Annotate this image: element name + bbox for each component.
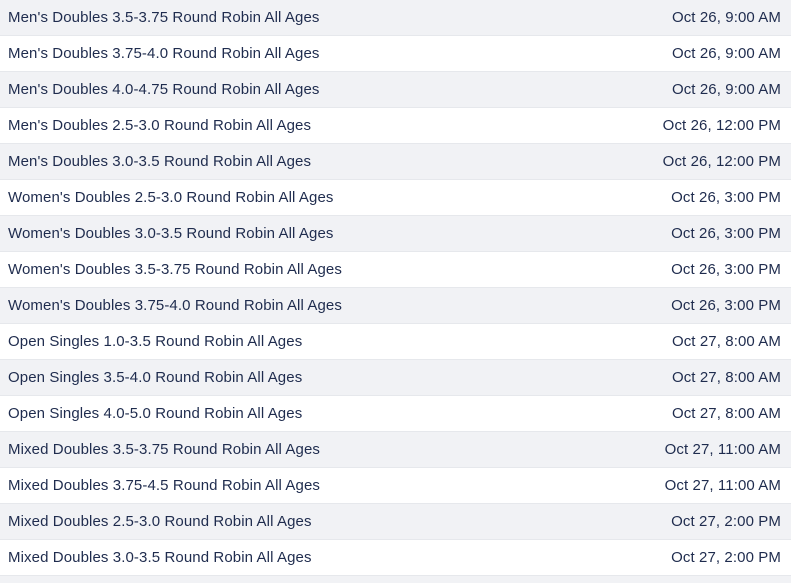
event-name: Mixed Doubles 2.5-3.0 Round Robin All Ag…	[8, 504, 312, 540]
event-datetime: Oct 26, 9:00 AM	[672, 36, 781, 72]
event-row-partial	[0, 576, 791, 583]
event-row[interactable]: Men's Doubles 3.0-3.5 Round Robin All Ag…	[0, 144, 791, 180]
event-row[interactable]: Women's Doubles 3.75-4.0 Round Robin All…	[0, 288, 791, 324]
event-schedule-list: Men's Doubles 3.5-3.75 Round Robin All A…	[0, 0, 791, 583]
event-row[interactable]: Open Singles 4.0-5.0 Round Robin All Age…	[0, 396, 791, 432]
event-name: Women's Doubles 3.5-3.75 Round Robin All…	[8, 252, 342, 288]
event-row[interactable]: Mixed Doubles 3.5-3.75 Round Robin All A…	[0, 432, 791, 468]
event-name: Men's Doubles 3.5-3.75 Round Robin All A…	[8, 0, 320, 36]
event-datetime: Oct 27, 8:00 AM	[672, 360, 781, 396]
event-name: Mixed Doubles 3.75-4.5 Round Robin All A…	[8, 468, 320, 504]
event-name: Men's Doubles 4.0-4.75 Round Robin All A…	[8, 72, 320, 108]
event-row[interactable]: Men's Doubles 2.5-3.0 Round Robin All Ag…	[0, 108, 791, 144]
event-row[interactable]: Mixed Doubles 3.75-4.5 Round Robin All A…	[0, 468, 791, 504]
event-name: Men's Doubles 2.5-3.0 Round Robin All Ag…	[8, 108, 311, 144]
event-datetime: Oct 26, 3:00 PM	[671, 216, 781, 252]
event-row[interactable]: Women's Doubles 2.5-3.0 Round Robin All …	[0, 180, 791, 216]
event-row[interactable]: Women's Doubles 3.0-3.5 Round Robin All …	[0, 216, 791, 252]
event-datetime: Oct 27, 11:00 AM	[665, 432, 781, 468]
event-name: Mixed Doubles 3.0-3.5 Round Robin All Ag…	[8, 540, 312, 576]
event-datetime: Oct 27, 11:00 AM	[665, 468, 781, 504]
event-datetime: Oct 27, 2:00 PM	[671, 540, 781, 576]
event-datetime: Oct 26, 3:00 PM	[671, 180, 781, 216]
event-datetime: Oct 26, 3:00 PM	[671, 252, 781, 288]
event-name: Open Singles 4.0-5.0 Round Robin All Age…	[8, 396, 302, 432]
event-row[interactable]: Women's Doubles 3.5-3.75 Round Robin All…	[0, 252, 791, 288]
event-row[interactable]: Mixed Doubles 2.5-3.0 Round Robin All Ag…	[0, 504, 791, 540]
event-rows-container: Men's Doubles 3.5-3.75 Round Robin All A…	[0, 0, 791, 576]
event-datetime: Oct 26, 9:00 AM	[672, 0, 781, 36]
event-row[interactable]: Men's Doubles 3.5-3.75 Round Robin All A…	[0, 0, 791, 36]
event-row[interactable]: Mixed Doubles 3.0-3.5 Round Robin All Ag…	[0, 540, 791, 576]
event-name: Open Singles 1.0-3.5 Round Robin All Age…	[8, 324, 302, 360]
event-name: Men's Doubles 3.0-3.5 Round Robin All Ag…	[8, 144, 311, 180]
event-row[interactable]: Men's Doubles 4.0-4.75 Round Robin All A…	[0, 72, 791, 108]
event-name: Mixed Doubles 3.5-3.75 Round Robin All A…	[8, 432, 320, 468]
event-row[interactable]: Open Singles 1.0-3.5 Round Robin All Age…	[0, 324, 791, 360]
event-datetime: Oct 26, 9:00 AM	[672, 72, 781, 108]
event-row[interactable]: Men's Doubles 3.75-4.0 Round Robin All A…	[0, 36, 791, 72]
event-datetime: Oct 27, 8:00 AM	[672, 324, 781, 360]
event-name: Women's Doubles 3.75-4.0 Round Robin All…	[8, 288, 342, 324]
event-row[interactable]: Open Singles 3.5-4.0 Round Robin All Age…	[0, 360, 791, 396]
event-datetime: Oct 26, 12:00 PM	[663, 108, 781, 144]
event-datetime: Oct 27, 8:00 AM	[672, 396, 781, 432]
event-name: Women's Doubles 3.0-3.5 Round Robin All …	[8, 216, 334, 252]
event-datetime: Oct 26, 12:00 PM	[663, 144, 781, 180]
event-name: Women's Doubles 2.5-3.0 Round Robin All …	[8, 180, 334, 216]
event-datetime: Oct 27, 2:00 PM	[671, 504, 781, 540]
event-name: Men's Doubles 3.75-4.0 Round Robin All A…	[8, 36, 320, 72]
event-datetime: Oct 26, 3:00 PM	[671, 288, 781, 324]
event-name: Open Singles 3.5-4.0 Round Robin All Age…	[8, 360, 302, 396]
